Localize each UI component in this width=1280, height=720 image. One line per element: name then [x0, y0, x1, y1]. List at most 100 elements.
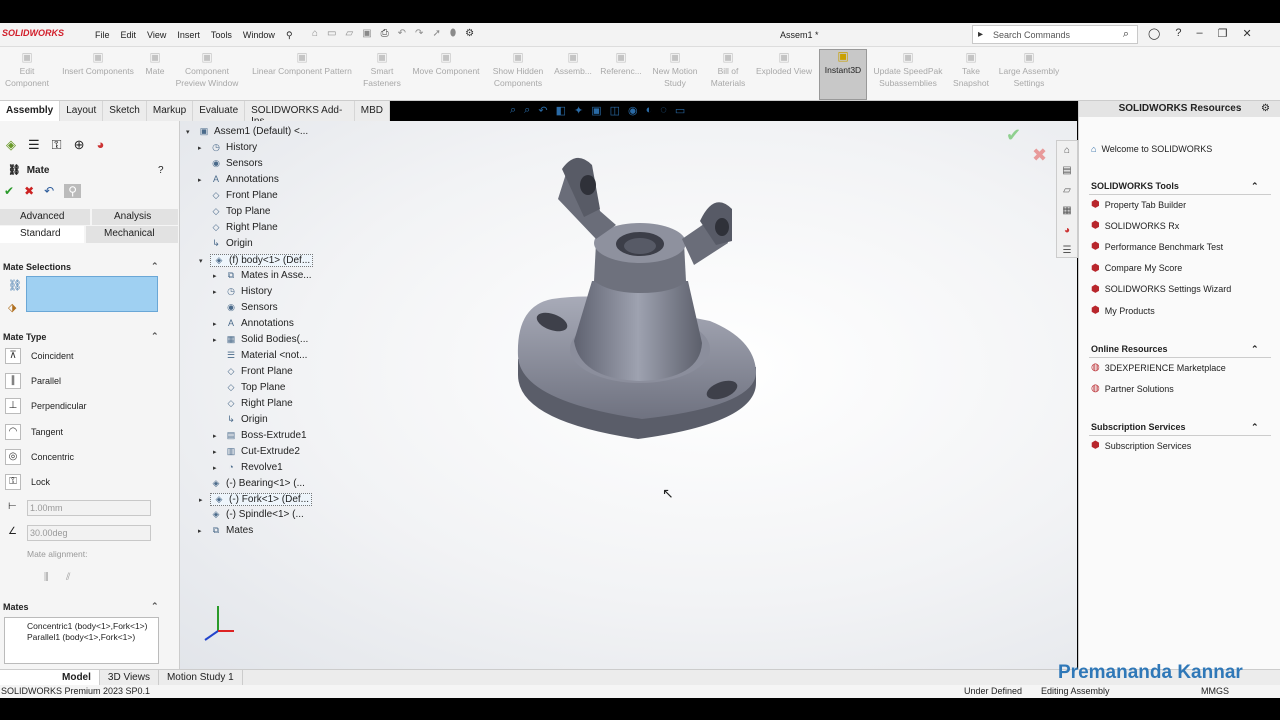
tree-item[interactable]: ▸ ◷ History — [198, 142, 257, 153]
subscription-section-header[interactable]: Subscription Services ⌃ — [1091, 422, 1259, 432]
search-commands-input[interactable]: ▸ Search Commands ⌕ — [972, 25, 1138, 44]
tree-item[interactable]: ▸ A Annotations — [213, 318, 294, 329]
ok-check-icon[interactable]: ✔ — [4, 184, 14, 198]
tree-item[interactable]: ▸ ⧉ Mates — [198, 525, 253, 536]
resource-link[interactable]: ⬢ SOLIDWORKS Settings Wizard — [1091, 284, 1231, 295]
tree-item[interactable]: ▸ ▦ Solid Bodies(... — [213, 334, 308, 345]
ribbon-button-mate[interactable]: ▣ Mate — [142, 51, 168, 99]
new-file-icon[interactable]: ▭ — [327, 28, 336, 39]
menu-item-window[interactable]: Window — [243, 30, 275, 41]
mate-type-tangent[interactable]: ◠ Tangent — [5, 423, 63, 440]
ribbon-button-move-component[interactable]: ▣ Move Component — [406, 51, 486, 99]
property-manager-tab-icon[interactable]: ☰ — [28, 137, 40, 159]
tab-mechanical[interactable]: Mechanical — [86, 226, 178, 243]
tools-section-header[interactable]: SOLIDWORKS Tools ⌃ — [1091, 181, 1259, 191]
tab-standard[interactable]: Standard — [0, 226, 84, 243]
expand-arrow-icon[interactable]: ▾ — [186, 128, 190, 136]
configuration-manager-tab-icon[interactable]: ⚿ — [52, 137, 62, 159]
previous-view-icon[interactable]: ↶ — [538, 104, 547, 117]
tab-sketch[interactable]: Sketch — [103, 101, 147, 121]
resource-link[interactable]: ⬢ My Products — [1091, 305, 1155, 316]
ribbon-button-bill-of-materials[interactable]: ▣ Bill of Materials — [707, 51, 749, 99]
search-icon[interactable]: ⌕ — [1123, 28, 1129, 41]
mate-type-lock[interactable]: ⚿ Lock — [5, 474, 50, 490]
design-library-icon[interactable]: ▤ — [1057, 161, 1077, 181]
tree-item[interactable]: ▸ A Annotations — [198, 174, 279, 185]
hide-show-icon[interactable]: ◉ — [628, 104, 638, 117]
cancel-x-icon[interactable]: ✖ — [24, 184, 34, 198]
expand-arrow-icon[interactable]: ▸ — [213, 464, 217, 472]
options-gear-icon[interactable]: ⚙ — [465, 28, 474, 39]
tab-layout[interactable]: Layout — [60, 101, 104, 121]
tab-analysis[interactable]: Analysis — [92, 209, 178, 225]
tab-advanced[interactable]: Advanced — [0, 209, 90, 225]
mate-type-parallel[interactable]: ∥ Parallel — [5, 373, 61, 390]
select-icon[interactable]: ➚ — [432, 28, 440, 39]
resource-link[interactable]: ⬢ Subscription Services — [1091, 440, 1191, 451]
custom-properties-icon[interactable]: ☰ — [1057, 241, 1077, 261]
pin-icon[interactable]: ⚲ — [286, 30, 293, 41]
list-item[interactable]: Concentric1 (body<1>,Fork<1>) — [5, 618, 158, 631]
tree-item[interactable]: ↳ Origin — [210, 238, 252, 249]
unit-system[interactable]: MMGS — [1201, 686, 1229, 696]
expand-arrow-icon[interactable]: ▸ — [213, 432, 217, 440]
tree-item[interactable]: ▾ ◈ (f) body<1> (Def... — [199, 254, 314, 267]
pin-icon[interactable]: ⚙ — [1261, 103, 1270, 114]
tree-item[interactable]: ◇ Front Plane — [225, 366, 293, 377]
tree-item[interactable]: ◇ Top Plane — [225, 382, 286, 393]
close-icon[interactable]: ✕ — [1242, 27, 1251, 40]
expand-arrow-icon[interactable]: ▸ — [213, 320, 217, 328]
collapse-icon[interactable]: ⌃ — [1251, 422, 1259, 433]
view-palette-icon[interactable]: ▦ — [1057, 201, 1077, 221]
menu-item-edit[interactable]: Edit — [121, 30, 137, 41]
collapse-icon[interactable]: ⌃ — [151, 601, 159, 612]
mates-list[interactable]: Concentric1 (body<1>,Fork<1>) Parallel1 … — [4, 617, 159, 664]
tree-item[interactable]: ▸ ⧉ Mates in Asse... — [213, 270, 312, 281]
undo-icon[interactable]: ↶ — [44, 184, 54, 198]
list-item[interactable]: Parallel1 (body<1>,Fork<1>) — [5, 631, 158, 642]
mate-selections-header[interactable]: Mate Selections ⌃ — [3, 261, 159, 272]
home-icon[interactable]: ⌂ — [312, 28, 318, 39]
distance-input[interactable]: 1.00mm — [27, 500, 151, 516]
tree-item[interactable]: ▸ ▤ Boss-Extrude1 — [213, 430, 307, 441]
cancel-x-icon[interactable]: ✖ — [1032, 145, 1047, 166]
align-icon[interactable]: ⫼ — [44, 572, 49, 583]
ribbon-button-exploded-view[interactable]: ▣ Exploded View — [753, 51, 815, 99]
menu-item-insert[interactable]: Insert — [177, 30, 200, 41]
tree-item[interactable]: ◈ (-) Spindle<1> (... — [210, 509, 304, 520]
welcome-link[interactable]: ⌂ Welcome to SOLIDWORKS — [1091, 144, 1212, 154]
zoom-area-icon[interactable]: ⌕ — [524, 104, 530, 117]
display-manager-tab-icon[interactable]: ◕ — [96, 137, 104, 159]
expand-arrow-icon[interactable]: ▸ — [199, 496, 203, 504]
display-style-icon[interactable]: ◫ — [610, 104, 620, 117]
help-question-icon[interactable]: ? — [158, 165, 164, 176]
ribbon-button-take-snapshot[interactable]: ▣ Take Snapshot — [950, 51, 992, 99]
redo-icon[interactable]: ↷ — [415, 28, 423, 39]
minimize-icon[interactable]: – — [1196, 27, 1202, 40]
mate-type-concentric[interactable]: ◎ Concentric — [5, 448, 74, 465]
resource-link[interactable]: ◍ 3DEXPERIENCE Marketplace — [1091, 362, 1226, 373]
collapse-icon[interactable]: ⌃ — [151, 261, 159, 272]
bottom-tab-motion-study-1[interactable]: Motion Study 1 — [159, 670, 243, 685]
menu-item-file[interactable]: File — [95, 30, 110, 41]
expand-arrow-icon[interactable]: ▸ — [198, 176, 202, 184]
tree-item[interactable]: ▾ ▣ Assem1 (Default) <... — [186, 126, 308, 137]
expand-arrow-icon[interactable]: ▸ — [198, 527, 202, 535]
ribbon-button-large-assembly-settings[interactable]: ▣ Large Assembly Settings — [996, 51, 1062, 99]
mate-type-perpendicular[interactable]: ⊥ Perpendicular — [5, 398, 87, 415]
tab-assembly[interactable]: Assembly — [0, 101, 61, 121]
mate-type-header[interactable]: Mate Type ⌃ — [3, 331, 159, 342]
tab-mbd[interactable]: MBD — [355, 101, 390, 121]
angle-input[interactable]: 30.00deg — [27, 525, 151, 541]
resource-link[interactable]: ⬢ Performance Benchmark Test — [1091, 241, 1223, 252]
help-icon[interactable]: ? — [1175, 27, 1181, 40]
apply-scene-icon[interactable]: ◌ — [660, 104, 667, 117]
assembly-model[interactable] — [517, 157, 757, 439]
ribbon-button-show-hidden-components[interactable]: ▣ Show Hidden Components — [490, 51, 546, 99]
online-section-header[interactable]: Online Resources ⌃ — [1091, 344, 1259, 354]
appearances-icon[interactable]: ◕ — [1057, 221, 1077, 241]
mate-type-coincident[interactable]: ⊼ Coincident — [5, 348, 74, 364]
collapse-icon[interactable]: ⌃ — [1251, 344, 1259, 355]
tree-item[interactable]: ◇ Right Plane — [225, 398, 293, 409]
user-icon[interactable]: ◯ — [1148, 27, 1160, 40]
